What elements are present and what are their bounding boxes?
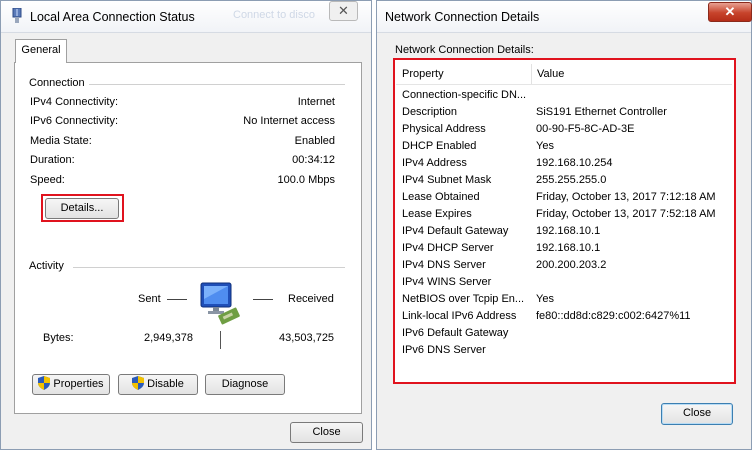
duration-row: Duration: 00:34:12 bbox=[30, 154, 335, 170]
detail-value[interactable]: 192.168.10.254 bbox=[536, 157, 612, 169]
detail-value[interactable]: 192.168.10.1 bbox=[536, 225, 600, 237]
detail-property[interactable]: Physical Address bbox=[402, 123, 486, 135]
properties-button[interactable]: Properties bbox=[32, 374, 110, 395]
detail-property[interactable]: IPv6 Default Gateway bbox=[402, 327, 508, 339]
network-adapter-small-icon bbox=[11, 7, 23, 28]
detail-value[interactable]: 255.255.255.0 bbox=[536, 174, 606, 186]
title-bar: Network Connection Details bbox=[377, 1, 751, 33]
detail-property[interactable]: IPv4 Subnet Mask bbox=[402, 174, 491, 186]
row-label: IPv6 Connectivity: bbox=[30, 115, 119, 127]
detail-value[interactable]: 200.200.203.2 bbox=[536, 259, 606, 271]
detail-value[interactable]: fe80::dd8d:c829:c002:6427%11 bbox=[536, 310, 691, 322]
row-value: No Internet access bbox=[243, 115, 335, 127]
detail-value[interactable]: Yes bbox=[536, 140, 554, 152]
row-value: Enabled bbox=[294, 135, 335, 147]
header-underline bbox=[396, 84, 732, 85]
detail-value[interactable]: 00-90-F5-8C-AD-3E bbox=[536, 123, 634, 135]
disable-button-label: Disable bbox=[147, 378, 184, 390]
title-bar: Local Area Connection Status Connect to … bbox=[1, 1, 371, 33]
bytes-label: Bytes: bbox=[43, 332, 74, 344]
local-area-connection-status-window: Local Area Connection Status Connect to … bbox=[0, 0, 372, 450]
close-icon[interactable]: ✕ bbox=[329, 1, 358, 21]
detail-property[interactable]: Link-local IPv6 Address bbox=[402, 310, 516, 322]
detail-property[interactable]: Connection-specific DN... bbox=[402, 89, 526, 101]
detail-property[interactable]: NetBIOS over Tcpip En... bbox=[402, 293, 524, 305]
network-adapter-icon bbox=[197, 281, 245, 330]
bytes-received-value: 43,503,725 bbox=[279, 332, 335, 344]
detail-property[interactable]: DHCP Enabled bbox=[402, 140, 476, 152]
row-label: Speed: bbox=[30, 174, 65, 186]
window-title: Network Connection Details bbox=[385, 10, 540, 24]
properties-button-label: Properties bbox=[53, 378, 104, 390]
window-title: Local Area Connection Status bbox=[30, 10, 195, 24]
bytes-sent-value: 2,949,378 bbox=[144, 332, 193, 344]
detail-property[interactable]: IPv6 DNS Server bbox=[402, 344, 486, 356]
row-value: 00:34:12 bbox=[292, 154, 335, 166]
detail-property[interactable]: Lease Obtained bbox=[402, 191, 480, 203]
detail-property[interactable]: Description bbox=[402, 106, 457, 118]
row-value: Internet bbox=[297, 96, 335, 108]
detail-value[interactable]: Friday, October 13, 2017 7:12:18 AM bbox=[536, 191, 716, 203]
detail-property[interactable]: IPv4 DHCP Server bbox=[402, 242, 494, 254]
uac-shield-icon bbox=[38, 376, 51, 397]
uac-shield-icon bbox=[132, 376, 145, 397]
row-value: 100.0 Mbps bbox=[277, 174, 335, 186]
detail-property[interactable]: IPv4 WINS Server bbox=[402, 276, 491, 288]
detail-value[interactable]: 192.168.10.1 bbox=[536, 242, 600, 254]
diagnose-button[interactable]: Diagnose bbox=[205, 374, 285, 395]
row-label: Duration: bbox=[30, 154, 75, 166]
detail-property[interactable]: IPv4 Default Gateway bbox=[402, 225, 508, 237]
close-icon[interactable]: ✕ bbox=[708, 2, 752, 22]
received-label: Received bbox=[288, 293, 334, 305]
detail-property[interactable]: IPv4 Address bbox=[402, 157, 467, 169]
ipv6-connectivity-row: IPv6 Connectivity: No Internet access bbox=[30, 115, 335, 131]
tab-general[interactable]: General bbox=[15, 39, 67, 63]
column-divider[interactable] bbox=[531, 64, 532, 84]
connection-group-label: Connection bbox=[29, 77, 89, 89]
column-header-value[interactable]: Value bbox=[537, 68, 564, 80]
column-header-property[interactable]: Property bbox=[402, 68, 444, 80]
details-button[interactable]: Details... bbox=[45, 198, 119, 219]
sent-label: Sent bbox=[138, 293, 161, 305]
close-button[interactable]: Close bbox=[661, 403, 733, 425]
detail-value[interactable]: Yes bbox=[536, 293, 554, 305]
detail-value[interactable]: SiS191 Ethernet Controller bbox=[536, 106, 667, 118]
list-caption: Network Connection Details: bbox=[395, 44, 534, 56]
ipv4-connectivity-row: IPv4 Connectivity: Internet bbox=[30, 96, 335, 112]
activity-group-divider bbox=[73, 267, 345, 268]
connection-group-divider bbox=[89, 84, 345, 85]
detail-value[interactable]: Friday, October 13, 2017 7:52:18 AM bbox=[536, 208, 716, 220]
sent-line bbox=[167, 299, 187, 300]
close-button[interactable]: Close bbox=[290, 422, 363, 443]
row-label: IPv4 Connectivity: bbox=[30, 96, 119, 108]
media-state-row: Media State: Enabled bbox=[30, 135, 335, 151]
activity-group-label: Activity bbox=[29, 260, 68, 272]
detail-property[interactable]: IPv4 DNS Server bbox=[402, 259, 486, 271]
row-label: Media State: bbox=[30, 135, 92, 147]
detail-property[interactable]: Lease Expires bbox=[402, 208, 472, 220]
activity-divider bbox=[220, 331, 221, 349]
received-line bbox=[253, 299, 273, 300]
disable-button[interactable]: Disable bbox=[118, 374, 198, 395]
background-ghost-text: Connect to disco bbox=[233, 9, 315, 21]
speed-row: Speed: 100.0 Mbps bbox=[30, 174, 335, 190]
